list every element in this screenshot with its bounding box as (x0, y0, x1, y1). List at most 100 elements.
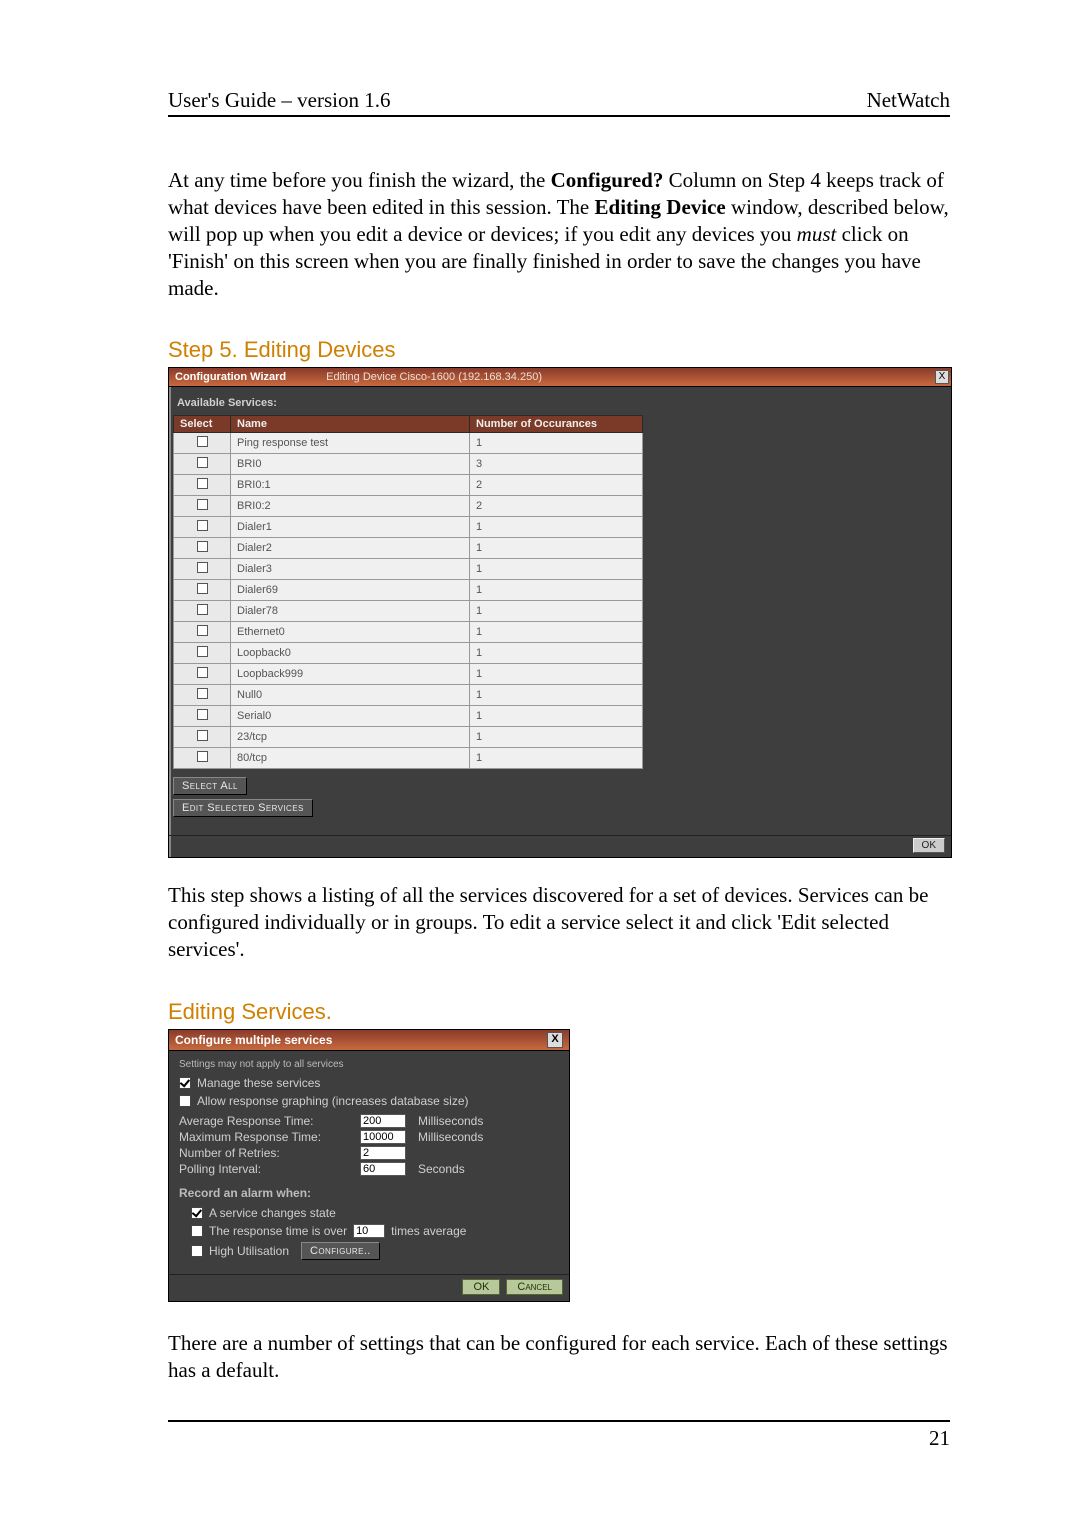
row-name-cell: BRI0:1 (231, 475, 470, 496)
row-checkbox[interactable] (197, 646, 208, 657)
row-name-cell: 23/tcp (231, 727, 470, 748)
step5-description: This step shows a listing of all the ser… (168, 882, 950, 963)
header-rule (168, 115, 950, 117)
row-select-cell[interactable] (174, 601, 231, 622)
alarm-high-util-row[interactable]: High Utilisation Configure.. (191, 1242, 559, 1260)
table-row: Loopback01 (174, 643, 643, 664)
row-select-cell[interactable] (174, 664, 231, 685)
row-select-cell[interactable] (174, 748, 231, 769)
svc-cancel-button[interactable]: Cancel (506, 1279, 563, 1295)
record-alarm-heading: Record an alarm when: (179, 1186, 559, 1200)
row-name-cell: BRI0 (231, 454, 470, 475)
polling-input[interactable] (360, 1162, 406, 1176)
table-row: Ping response test1 (174, 433, 643, 454)
table-row: Ethernet01 (174, 622, 643, 643)
row-occurrences-cell: 1 (470, 538, 643, 559)
configure-services-title: Configure multiple services (175, 1033, 332, 1047)
alarm-state-row[interactable]: A service changes state (191, 1206, 559, 1220)
row-checkbox[interactable] (197, 709, 208, 720)
table-row: Null01 (174, 685, 643, 706)
row-checkbox[interactable] (197, 541, 208, 552)
avg-response-input[interactable] (360, 1114, 406, 1128)
table-row: BRI0:12 (174, 475, 643, 496)
row-select-cell[interactable] (174, 727, 231, 748)
services-table: Select Name Number of Occurances Ping re… (173, 415, 643, 769)
row-select-cell[interactable] (174, 685, 231, 706)
row-checkbox[interactable] (197, 667, 208, 678)
alarm-response-post: times average (391, 1224, 466, 1238)
retries-input[interactable] (360, 1146, 406, 1160)
row-checkbox[interactable] (197, 604, 208, 615)
config-wizard-titlebar: Configuration Wizard Editing Device Cisc… (169, 368, 951, 387)
alarm-high-util-checkbox[interactable] (191, 1245, 203, 1257)
row-select-cell[interactable] (174, 538, 231, 559)
table-row: Dialer21 (174, 538, 643, 559)
row-select-cell[interactable] (174, 433, 231, 454)
max-response-input[interactable] (360, 1130, 406, 1144)
row-checkbox[interactable] (197, 730, 208, 741)
alarm-state-checkbox[interactable] (191, 1207, 203, 1219)
alarm-response-input[interactable] (353, 1224, 385, 1238)
row-select-cell[interactable] (174, 475, 231, 496)
table-row: Loopback9991 (174, 664, 643, 685)
table-row: Dialer11 (174, 517, 643, 538)
row-name-cell: 80/tcp (231, 748, 470, 769)
table-row: Dialer781 (174, 601, 643, 622)
row-occurrences-cell: 1 (470, 706, 643, 727)
allow-graphing-row[interactable]: Allow response graphing (increases datab… (179, 1094, 559, 1108)
config-wizard-subtitle: Editing Device Cisco-1600 (192.168.34.25… (326, 371, 542, 383)
row-checkbox[interactable] (197, 499, 208, 510)
row-select-cell[interactable] (174, 580, 231, 601)
select-all-button[interactable]: Select All (173, 777, 247, 795)
table-row: BRI03 (174, 454, 643, 475)
settings-description: There are a number of settings that can … (168, 1330, 950, 1384)
row-checkbox[interactable] (197, 478, 208, 489)
row-select-cell[interactable] (174, 643, 231, 664)
row-select-cell[interactable] (174, 622, 231, 643)
alarm-state-label: A service changes state (209, 1206, 336, 1220)
row-select-cell[interactable] (174, 706, 231, 727)
avg-response-label: Average Response Time: (179, 1114, 354, 1128)
row-checkbox[interactable] (197, 583, 208, 594)
alarm-response-checkbox[interactable] (191, 1225, 203, 1237)
row-checkbox[interactable] (197, 688, 208, 699)
config-wizard-title: Configuration Wizard (175, 371, 286, 383)
manage-services-row[interactable]: Manage these services (179, 1076, 559, 1090)
editing-services-heading: Editing Services. (168, 999, 950, 1025)
row-name-cell: Ethernet0 (231, 622, 470, 643)
manage-services-checkbox[interactable] (179, 1077, 191, 1089)
row-select-cell[interactable] (174, 559, 231, 580)
svc-ok-button[interactable]: OK (462, 1279, 500, 1295)
row-checkbox[interactable] (197, 457, 208, 468)
row-checkbox[interactable] (197, 625, 208, 636)
avg-response-unit: Milliseconds (418, 1114, 559, 1128)
col-select: Select (174, 416, 231, 433)
allow-graphing-checkbox[interactable] (179, 1095, 191, 1107)
configure-services-window: Configure multiple services X Settings m… (168, 1029, 570, 1302)
row-name-cell: Dialer3 (231, 559, 470, 580)
configure-button[interactable]: Configure.. (301, 1242, 380, 1260)
row-checkbox[interactable] (197, 436, 208, 447)
row-occurrences-cell: 3 (470, 454, 643, 475)
intro-paragraph: At any time before you finish the wizard… (168, 167, 950, 301)
footer-rule (168, 1420, 950, 1422)
row-occurrences-cell: 2 (470, 496, 643, 517)
row-occurrences-cell: 1 (470, 643, 643, 664)
alarm-response-row[interactable]: The response time is over times average (191, 1224, 559, 1238)
polling-unit: Seconds (418, 1162, 559, 1176)
row-checkbox[interactable] (197, 751, 208, 762)
row-name-cell: Ping response test (231, 433, 470, 454)
table-row: BRI0:22 (174, 496, 643, 517)
row-select-cell[interactable] (174, 454, 231, 475)
allow-graphing-label: Allow response graphing (increases datab… (197, 1094, 468, 1108)
header-right: NetWatch (867, 88, 950, 113)
edit-selected-services-button[interactable]: Edit Selected Services (173, 799, 313, 817)
row-checkbox[interactable] (197, 562, 208, 573)
page-number: 21 (168, 1426, 950, 1471)
close-icon[interactable]: X (935, 370, 949, 384)
wizard-ok-button[interactable]: OK (913, 838, 945, 853)
row-checkbox[interactable] (197, 520, 208, 531)
row-select-cell[interactable] (174, 517, 231, 538)
close-icon[interactable]: X (547, 1032, 563, 1048)
row-select-cell[interactable] (174, 496, 231, 517)
